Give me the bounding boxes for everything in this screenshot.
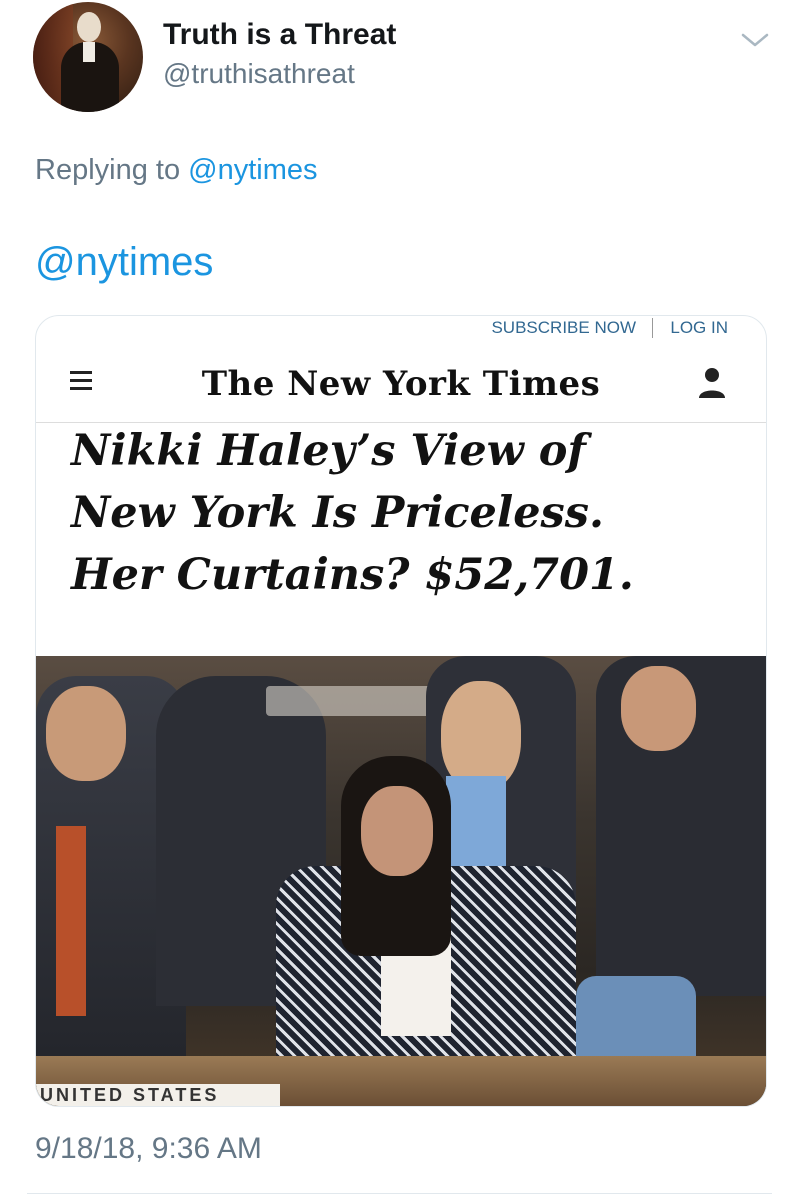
link-divider [652, 318, 653, 338]
nyt-logo: The New York Times [201, 364, 601, 404]
bottom-divider [27, 1193, 772, 1194]
nyt-masthead: The New York Times [36, 348, 766, 423]
tweet-media-image[interactable]: SUBSCRIBE NOW LOG IN The New York Times … [35, 315, 767, 1107]
tweet-text-mention[interactable]: @nytimes [35, 240, 213, 285]
article-photo: UNITED STATES [36, 656, 766, 1106]
tweet-timestamp[interactable]: 9/18/18, 9:36 AM [35, 1132, 262, 1166]
subscribe-now-link: SUBSCRIBE NOW [491, 318, 636, 337]
avatar[interactable] [33, 2, 143, 112]
headline-line-2: New York Is Priceless. [71, 488, 604, 538]
nyt-top-links: SUBSCRIBE NOW LOG IN [36, 316, 766, 348]
replying-to-label: Replying to [35, 154, 189, 186]
photo-nameplate: UNITED STATES [36, 1084, 280, 1106]
display-name[interactable]: Truth is a Threat [163, 18, 396, 52]
user-handle[interactable]: @truthisathreat [163, 58, 355, 90]
reply-mention-link[interactable]: @nytimes [188, 154, 317, 186]
avatar-figure-head [77, 12, 101, 42]
log-in-link: LOG IN [670, 318, 728, 337]
avatar-figure-collar [83, 42, 95, 62]
headline-line-3: Her Curtains? $52,701. [71, 550, 634, 600]
article-headline: Nikki Haley’s View of New York Is Pricel… [71, 420, 731, 606]
user-account-icon [699, 368, 725, 398]
headline-line-1: Nikki Haley’s View of [71, 426, 586, 476]
caret-down-icon[interactable] [740, 30, 770, 50]
replying-to-line: Replying to @nytimes [35, 154, 318, 187]
